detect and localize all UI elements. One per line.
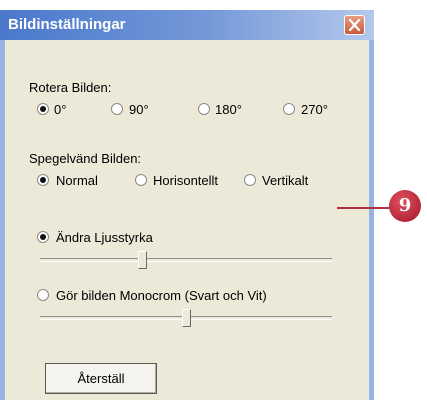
brightness-slider-thumb[interactable] — [137, 251, 147, 269]
window-title: Bildinställningar — [8, 16, 126, 33]
callout-number-badge: 9 — [389, 190, 421, 222]
title-bar[interactable]: Bildinställningar — [0, 10, 374, 40]
rotate-option-270[interactable] — [283, 103, 295, 115]
rotate-option-0-label: 0° — [54, 102, 67, 117]
mirror-option-normal[interactable] — [37, 174, 49, 186]
dialog-client-area: Rotera Bilden: 0° 90° 180° 270° Spegelvä… — [5, 40, 369, 400]
rotate-option-270-label: 270° — [301, 102, 328, 117]
monochrome-label: Gör bilden Monocrom (Svart och Vit) — [56, 288, 267, 303]
rotate-option-180-label: 180° — [215, 102, 242, 117]
close-icon — [348, 19, 361, 31]
rotate-option-0[interactable] — [37, 103, 49, 115]
mirror-label: Spegelvänd Bilden: — [29, 151, 142, 166]
mirror-option-vertical-label: Vertikalt — [262, 173, 309, 188]
rotate-option-90[interactable] — [111, 103, 123, 115]
monochrome-slider-thumb[interactable] — [181, 309, 191, 327]
mirror-option-horizontal-label: Horisontellt — [153, 173, 219, 188]
callout-line — [337, 207, 391, 209]
rotate-option-90-label: 90° — [129, 102, 149, 117]
mirror-option-normal-label: Normal — [56, 173, 98, 188]
mirror-option-horizontal[interactable] — [135, 174, 147, 186]
monochrome-radio[interactable] — [37, 289, 49, 301]
brightness-label: Ändra Ljusstyrka — [56, 230, 153, 245]
brightness-radio[interactable] — [37, 231, 49, 243]
brightness-slider-track[interactable] — [40, 258, 332, 262]
close-button[interactable] — [344, 15, 365, 35]
image-settings-dialog: Bildinställningar Rotera Bilden: 0° 90° … — [0, 10, 374, 400]
mirror-option-vertical[interactable] — [244, 174, 256, 186]
rotate-option-180[interactable] — [198, 103, 210, 115]
rotate-label: Rotera Bilden: — [29, 80, 112, 95]
reset-button[interactable]: Återställ — [45, 363, 157, 394]
